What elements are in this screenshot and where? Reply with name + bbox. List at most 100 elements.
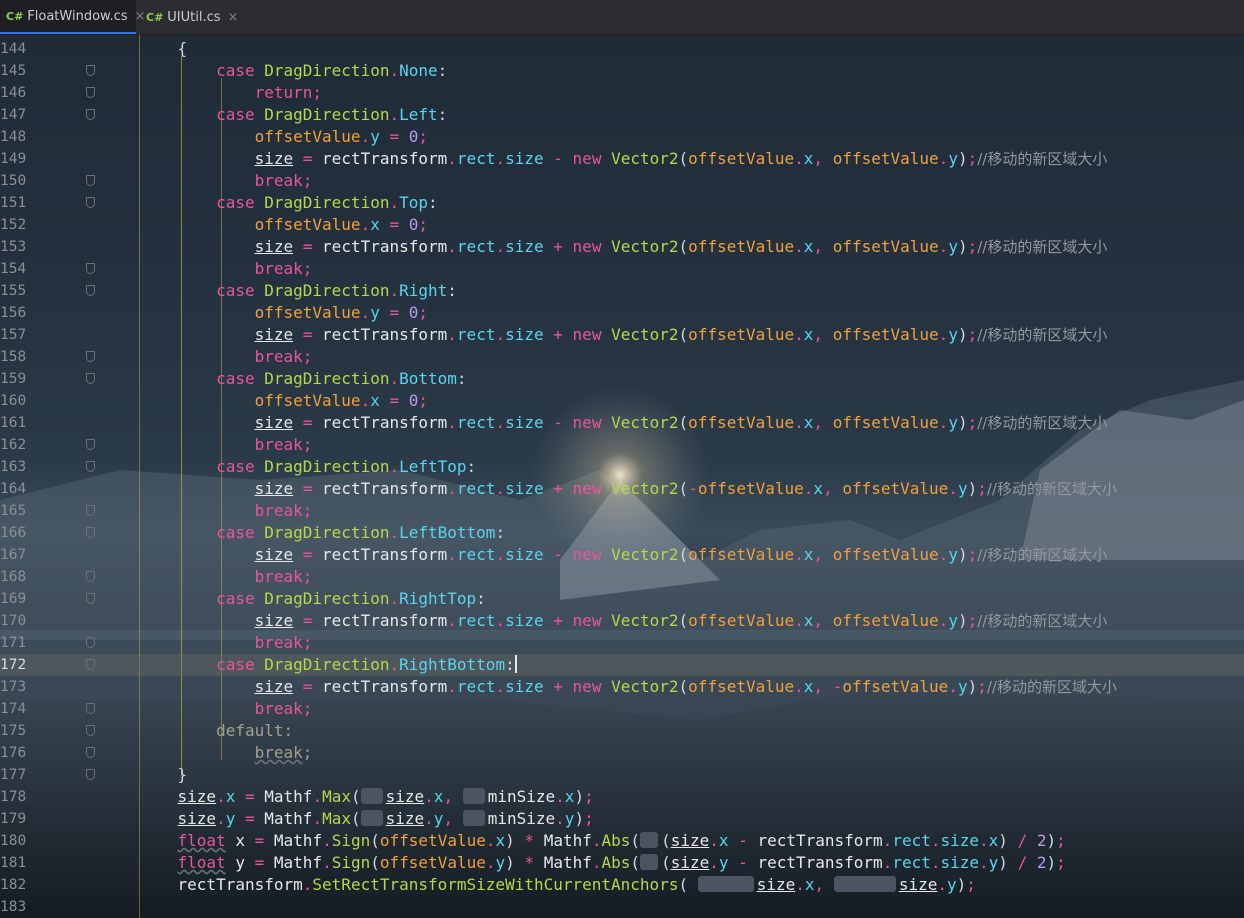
line-number[interactable]: 182	[0, 874, 34, 896]
line-number[interactable]: 171	[0, 632, 34, 654]
code-line[interactable]: 171 break;	[0, 632, 1244, 654]
code-line[interactable]: 170 size = rectTransform.rect.size + new…	[0, 610, 1244, 632]
line-number[interactable]: 160	[0, 390, 34, 412]
line-number[interactable]: 146	[0, 82, 34, 104]
code-editor[interactable]: 144 {145 case DragDirection.None: 146 ret…	[0, 34, 1244, 918]
fold-marker-icon[interactable]	[86, 769, 95, 780]
line-number[interactable]: 165	[0, 500, 34, 522]
line-number[interactable]: 158	[0, 346, 34, 368]
code-line[interactable]: 146 return;	[0, 82, 1244, 104]
fold-marker-icon[interactable]	[86, 263, 95, 274]
line-number[interactable]: 181	[0, 852, 34, 874]
line-number[interactable]: 179	[0, 808, 34, 830]
line-number[interactable]: 173	[0, 676, 34, 698]
code-line[interactable]: 181 float y = Mathf.Sign(offsetValue.y) …	[0, 852, 1244, 874]
fold-marker-icon[interactable]	[86, 109, 95, 120]
code-line[interactable]: 155 case DragDirection.Right:	[0, 280, 1244, 302]
code-line[interactable]: 177 }	[0, 764, 1244, 786]
line-number[interactable]: 153	[0, 236, 34, 258]
code-line[interactable]: 161 size = rectTransform.rect.size - new…	[0, 412, 1244, 434]
line-number[interactable]: 151	[0, 192, 34, 214]
code-line[interactable]: 145 case DragDirection.None:	[0, 60, 1244, 82]
fold-marker-icon[interactable]	[86, 351, 95, 362]
line-number[interactable]: 161	[0, 412, 34, 434]
line-number[interactable]: 178	[0, 786, 34, 808]
code-line[interactable]: 153 size = rectTransform.rect.size + new…	[0, 236, 1244, 258]
line-number[interactable]: 154	[0, 258, 34, 280]
fold-marker-icon[interactable]	[86, 65, 95, 76]
line-number[interactable]: 162	[0, 434, 34, 456]
fold-marker-icon[interactable]	[86, 747, 95, 758]
line-number[interactable]: 166	[0, 522, 34, 544]
line-number[interactable]: 155	[0, 280, 34, 302]
code-line[interactable]: 152 offsetValue.x = 0;	[0, 214, 1244, 236]
code-line[interactable]: 158 break;	[0, 346, 1244, 368]
line-number[interactable]: 145	[0, 60, 34, 82]
code-line[interactable]: 178 size.x = Mathf.Max(size.x, minSize.x…	[0, 786, 1244, 808]
line-number[interactable]: 177	[0, 764, 34, 786]
code-line[interactable]: 148 offsetValue.y = 0;	[0, 126, 1244, 148]
code-line[interactable]: 183	[0, 896, 1244, 918]
code-line[interactable]: 149 size = rectTransform.rect.size - new…	[0, 148, 1244, 170]
code-line[interactable]: 159 case DragDirection.Bottom:	[0, 368, 1244, 390]
code-line[interactable]: 165 break;	[0, 500, 1244, 522]
code-line[interactable]: 164 size = rectTransform.rect.size + new…	[0, 478, 1244, 500]
code-line[interactable]: 157 size = rectTransform.rect.size + new…	[0, 324, 1244, 346]
code-line[interactable]: 176 break;	[0, 742, 1244, 764]
line-number[interactable]: 183	[0, 896, 34, 918]
line-number[interactable]: 144	[0, 38, 34, 60]
line-number[interactable]: 174	[0, 698, 34, 720]
line-number[interactable]: 176	[0, 742, 34, 764]
line-number[interactable]: 168	[0, 566, 34, 588]
code-line[interactable]: 182 rectTransform.SetRectTransformSizeWi…	[0, 874, 1244, 896]
fold-marker-icon[interactable]	[86, 703, 95, 714]
line-number[interactable]: 163	[0, 456, 34, 478]
code-line[interactable]: 154 break;	[0, 258, 1244, 280]
fold-marker-icon[interactable]	[86, 659, 95, 670]
fold-marker-icon[interactable]	[86, 637, 95, 648]
code-line[interactable]: 166 case DragDirection.LeftBottom:	[0, 522, 1244, 544]
fold-marker-icon[interactable]	[86, 285, 95, 296]
fold-marker-icon[interactable]	[86, 527, 95, 538]
line-number[interactable]: 156	[0, 302, 34, 324]
line-number[interactable]: 159	[0, 368, 34, 390]
code-line[interactable]: 151 case DragDirection.Top:	[0, 192, 1244, 214]
fold-marker-icon[interactable]	[86, 571, 95, 582]
code-line[interactable]: 179 size.y = Mathf.Max(size.y, minSize.y…	[0, 808, 1244, 830]
code-line[interactable]: 169 case DragDirection.RightTop:	[0, 588, 1244, 610]
line-number[interactable]: 172	[0, 654, 34, 676]
line-number[interactable]: 169	[0, 588, 34, 610]
code-line[interactable]: 168 break;	[0, 566, 1244, 588]
code-line[interactable]: 180 float x = Mathf.Sign(offsetValue.x) …	[0, 830, 1244, 852]
code-line[interactable]: 160 offsetValue.x = 0;	[0, 390, 1244, 412]
tab-uiutil[interactable]: C# UIUtil.cs ×	[140, 0, 239, 34]
code-line[interactable]: 156 offsetValue.y = 0;	[0, 302, 1244, 324]
fold-marker-icon[interactable]	[86, 87, 95, 98]
line-number[interactable]: 149	[0, 148, 34, 170]
code-line[interactable]: 167 size = rectTransform.rect.size - new…	[0, 544, 1244, 566]
fold-marker-icon[interactable]	[86, 197, 95, 208]
fold-marker-icon[interactable]	[86, 505, 95, 516]
code-line[interactable]: 172 case DragDirection.RightBottom:	[0, 654, 1244, 676]
fold-marker-icon[interactable]	[86, 373, 95, 384]
code-line[interactable]: 163 case DragDirection.LeftTop:	[0, 456, 1244, 478]
code-line[interactable]: 175 default:	[0, 720, 1244, 742]
code-line[interactable]: 147 case DragDirection.Left:	[0, 104, 1244, 126]
line-number[interactable]: 175	[0, 720, 34, 742]
line-number[interactable]: 170	[0, 610, 34, 632]
code-line[interactable]: 144 {	[0, 38, 1244, 60]
fold-marker-icon[interactable]	[86, 461, 95, 472]
line-number[interactable]: 147	[0, 104, 34, 126]
fold-marker-icon[interactable]	[86, 593, 95, 604]
line-number[interactable]: 164	[0, 478, 34, 500]
code-line[interactable]: 162 break;	[0, 434, 1244, 456]
close-icon[interactable]: ×	[228, 10, 239, 25]
line-number[interactable]: 167	[0, 544, 34, 566]
line-number[interactable]: 180	[0, 830, 34, 852]
line-number[interactable]: 148	[0, 126, 34, 148]
line-number[interactable]: 152	[0, 214, 34, 236]
code-line[interactable]: 173 size = rectTransform.rect.size + new…	[0, 676, 1244, 698]
code-line[interactable]: 174 break;	[0, 698, 1244, 720]
fold-marker-icon[interactable]	[86, 439, 95, 450]
fold-marker-icon[interactable]	[86, 175, 95, 186]
